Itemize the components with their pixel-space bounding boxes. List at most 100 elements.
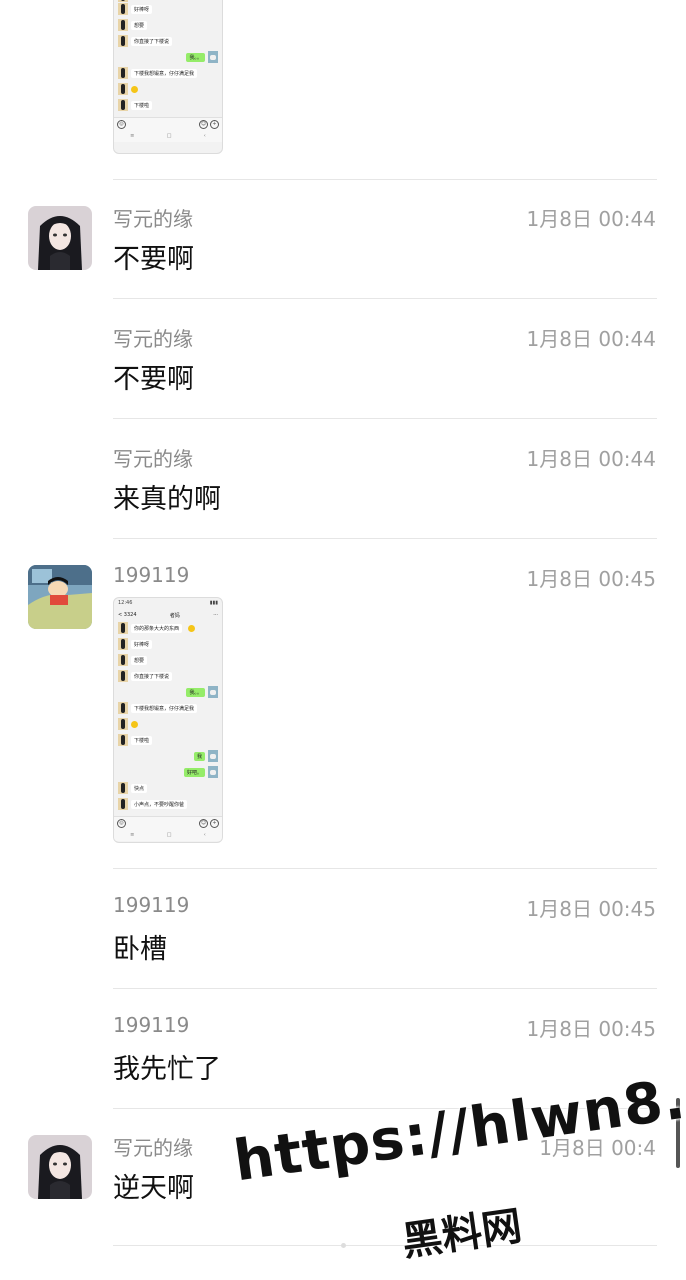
mini-avatar	[118, 654, 128, 666]
message-text[interactable]: 我先忙了	[113, 1047, 221, 1086]
mini-avatar	[118, 83, 128, 95]
mini-avatar	[118, 782, 128, 794]
avatar-girl-image	[28, 206, 92, 270]
avatar[interactable]	[28, 206, 92, 270]
shot-row	[114, 81, 222, 97]
shot-bubble: 快点	[131, 783, 148, 793]
mini-avatar	[208, 750, 218, 762]
divider	[113, 988, 657, 989]
screenshot-thumbnail[interactable]: 12:46 ▮▮▮ < 3324 者妈 ··· 你的那条大大的东西 好棒呀 想要 …	[113, 597, 223, 843]
voice-icon: ◎	[117, 119, 126, 129]
mini-avatar	[118, 734, 128, 746]
emoji-icon	[188, 624, 196, 632]
emoji-icon: ☺	[199, 119, 208, 129]
screenshot-thumbnail-top[interactable]: 好棒呀 想要 你直接了下楼说 我。。 下楼我想锻意，仔仔满足我 下楼啦 ◎ ☺ +…	[113, 0, 223, 154]
avatar-cartoon-image	[28, 565, 92, 629]
mini-avatar	[118, 35, 128, 47]
message-time: 1月8日 00:44	[526, 447, 656, 471]
emoji-icon	[131, 85, 138, 93]
mini-avatar	[118, 798, 128, 810]
message-time: 1月8日 00:44	[526, 207, 656, 231]
signal-icon: ▮▮▮	[209, 600, 218, 606]
divider	[113, 418, 657, 419]
message-time: 1月8日 00:45	[526, 1017, 656, 1041]
shot-row: 我。。	[114, 684, 222, 700]
plus-icon: +	[210, 119, 219, 129]
message-time: 1月8日 00:45	[526, 567, 656, 591]
back-icon: ‹	[203, 133, 206, 139]
shot-row: 你直接了下楼说	[114, 668, 222, 684]
home-icon: □	[166, 832, 172, 838]
sender-name: 写元的缘	[113, 1136, 193, 1160]
mini-avatar	[118, 67, 128, 79]
shot-row	[114, 716, 222, 732]
shot-bubble: 我。。	[186, 52, 205, 62]
shot-bubble: 你的那条大大的东西	[131, 623, 183, 633]
shot-title-bar: < 3324 者妈 ···	[114, 610, 222, 620]
shot-bubble: 你直接了下楼说	[131, 36, 173, 46]
shot-input-bar: ◎ ☺ +	[114, 816, 222, 829]
avatar-girl-image	[28, 1135, 92, 1199]
back-icon: ‹	[203, 832, 206, 838]
watermark-label: 黑料网	[399, 1203, 525, 1266]
shot-row: 好棒呀	[114, 1, 222, 17]
shot-row: 下楼啦	[114, 97, 222, 113]
divider	[113, 298, 657, 299]
message-text[interactable]: 卧槽	[113, 927, 167, 966]
mini-avatar	[208, 766, 218, 778]
shot-input-bar: ◎ ☺ +	[114, 117, 222, 130]
more-icon: ···	[213, 612, 218, 618]
mini-avatar	[118, 3, 128, 15]
message-text[interactable]: 不要啊	[113, 357, 194, 396]
emoji-icon: ☺	[199, 818, 208, 828]
avatar[interactable]	[28, 1135, 92, 1199]
back-icon: < 3324	[118, 612, 137, 618]
sender-name: 199119	[113, 563, 190, 587]
emoji-icon	[131, 720, 138, 728]
mini-avatar	[118, 622, 128, 634]
sender-name: 199119	[113, 893, 190, 917]
shot-row: 下楼我想锻意，仔仔满足我	[114, 65, 222, 81]
message-text[interactable]: 不要啊	[113, 237, 194, 276]
shot-clock: 12:46	[118, 600, 133, 606]
mini-avatar	[118, 638, 128, 650]
mini-avatar	[118, 19, 128, 31]
shot-row: 快点	[114, 780, 222, 796]
shot-bubble: 你直接了下楼说	[131, 671, 173, 681]
shot-nav-bar: ≡ □ ‹	[114, 130, 222, 142]
sender-name: 写元的缘	[113, 447, 193, 471]
divider	[113, 1245, 657, 1246]
message-text[interactable]: 逆天啊	[113, 1166, 194, 1205]
plus-icon: +	[210, 818, 219, 828]
shot-bubble: 下楼啦	[131, 100, 153, 110]
mini-avatar	[118, 702, 128, 714]
message-text[interactable]: 来真的啊	[113, 477, 221, 516]
shot-bubble: 小声点，不要吵醒你爸	[131, 799, 188, 809]
message-time: 1月8日 00:44	[526, 327, 656, 351]
sender-name: 写元的缘	[113, 207, 193, 231]
shot-bubble: 好棒呀	[131, 4, 153, 14]
mini-avatar	[208, 51, 218, 63]
sender-name: 写元的缘	[113, 327, 193, 351]
divider	[113, 538, 657, 539]
shot-row: 小声点，不要吵醒你爸	[114, 796, 222, 812]
menu-icon: ≡	[130, 832, 135, 838]
menu-icon: ≡	[130, 133, 135, 139]
shot-title: 者妈	[169, 612, 180, 619]
mini-avatar	[118, 0, 128, 2]
shot-status-bar: 12:46 ▮▮▮	[114, 598, 222, 610]
shot-bubble: 下楼啦	[131, 735, 153, 745]
avatar[interactable]	[28, 565, 92, 629]
shot-row: 我	[114, 748, 222, 764]
shot-row: 想要	[114, 652, 222, 668]
shot-row: 下楼我想锻意，仔仔满足我	[114, 700, 222, 716]
shot-row: 好吧。	[114, 764, 222, 780]
sender-name: 199119	[113, 1013, 190, 1037]
mini-avatar	[118, 670, 128, 682]
watermark-url: https://hlwn8.com	[230, 1048, 686, 1195]
divider	[113, 179, 657, 180]
shot-bubble: 下楼我想锻意，仔仔满足我	[131, 703, 198, 713]
shot-row: 想要	[114, 17, 222, 33]
shot-row: 我。。	[114, 49, 222, 65]
shot-nav-bar: ≡ □ ‹	[114, 829, 222, 841]
